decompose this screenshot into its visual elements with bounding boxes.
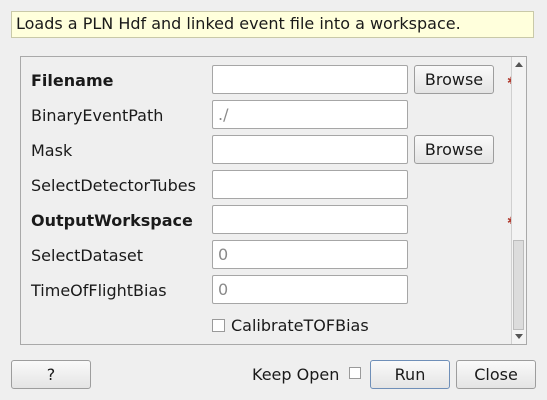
properties-panel: Filename Browse ✱ BinaryEventPath Mask B… — [20, 56, 527, 345]
property-row-selectdataset: SelectDataset — [21, 240, 511, 270]
keep-open-checkbox[interactable] — [349, 367, 361, 379]
calibratetofbias-option[interactable]: CalibrateTOFBias — [212, 316, 369, 336]
selectdataset-input[interactable] — [212, 240, 408, 269]
scroll-up-arrow-icon[interactable] — [515, 62, 523, 67]
calibratetofbias-label: CalibrateTOFBias — [231, 316, 369, 335]
selectdetectortubes-input[interactable] — [212, 170, 408, 199]
outputworkspace-input[interactable] — [212, 205, 408, 234]
binaryeventpath-label: BinaryEventPath — [31, 106, 164, 125]
property-row-mask: Mask Browse — [21, 135, 511, 165]
algorithm-description: Loads a PLN Hdf and linked event file in… — [11, 11, 534, 38]
property-row-outputworkspace: OutputWorkspace ✱ — [21, 205, 515, 235]
filename-input[interactable] — [212, 65, 408, 94]
calibratetofbias-checkbox[interactable] — [212, 319, 225, 332]
selectdataset-label: SelectDataset — [31, 246, 144, 265]
property-row-timeofflightbias: TimeOfFlightBias — [21, 275, 511, 305]
mask-input[interactable] — [212, 135, 408, 164]
vertical-scrollbar[interactable] — [511, 57, 526, 344]
timeofflightbias-input[interactable] — [212, 275, 408, 304]
help-button[interactable]: ? — [11, 360, 91, 389]
outputworkspace-label: OutputWorkspace — [31, 211, 193, 230]
mask-browse-button[interactable]: Browse — [414, 135, 494, 164]
run-button[interactable]: Run — [370, 360, 450, 389]
property-row-binaryeventpath: BinaryEventPath — [21, 100, 511, 130]
property-row-selectdetectortubes: SelectDetectorTubes — [21, 170, 511, 200]
scroll-down-arrow-icon[interactable] — [515, 334, 523, 339]
timeofflightbias-label: TimeOfFlightBias — [31, 281, 167, 300]
close-button[interactable]: Close — [456, 360, 536, 389]
filename-label: Filename — [31, 71, 114, 90]
mask-label: Mask — [31, 141, 73, 160]
property-row-filename: Filename Browse ✱ — [21, 65, 515, 95]
keep-open-label: Keep Open — [252, 365, 340, 384]
filename-browse-button[interactable]: Browse — [414, 65, 494, 94]
selectdetectortubes-label: SelectDetectorTubes — [31, 176, 196, 195]
binaryeventpath-input[interactable] — [212, 100, 408, 129]
scrollbar-thumb[interactable] — [513, 240, 524, 330]
